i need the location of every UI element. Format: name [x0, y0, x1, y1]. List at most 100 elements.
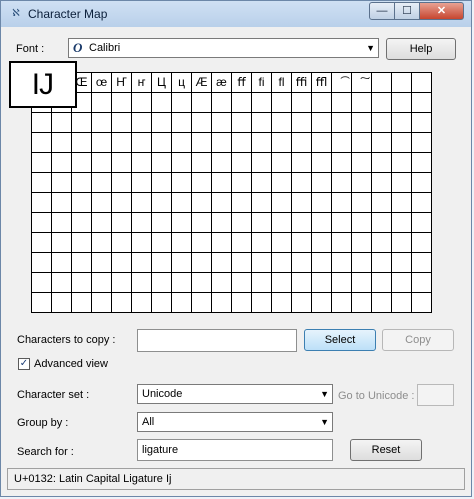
character-cell[interactable]: [372, 193, 392, 213]
character-cell[interactable]: [172, 113, 192, 133]
character-cell[interactable]: [392, 233, 412, 253]
character-cell[interactable]: [352, 93, 372, 113]
character-cell[interactable]: [112, 93, 132, 113]
character-cell[interactable]: [272, 233, 292, 253]
character-cell[interactable]: [252, 113, 272, 133]
character-cell[interactable]: [212, 213, 232, 233]
character-cell[interactable]: [272, 273, 292, 293]
character-cell[interactable]: ﬃ: [292, 73, 312, 93]
character-cell[interactable]: [352, 173, 372, 193]
character-cell[interactable]: ﬄ: [312, 73, 332, 93]
character-cell[interactable]: [412, 233, 432, 253]
character-cell[interactable]: [152, 133, 172, 153]
character-cell[interactable]: [232, 93, 252, 113]
character-cell[interactable]: [312, 293, 332, 313]
title-bar[interactable]: ℵ Character Map — ☐ ✕: [1, 1, 471, 27]
character-cell[interactable]: [292, 273, 312, 293]
character-cell[interactable]: [132, 233, 152, 253]
character-cell[interactable]: [292, 233, 312, 253]
character-cell[interactable]: [272, 173, 292, 193]
character-cell[interactable]: [232, 233, 252, 253]
character-cell[interactable]: [352, 233, 372, 253]
character-cell[interactable]: [252, 293, 272, 313]
character-cell[interactable]: [292, 253, 312, 273]
character-cell[interactable]: [172, 193, 192, 213]
character-cell[interactable]: [252, 253, 272, 273]
character-cell[interactable]: [412, 193, 432, 213]
character-cell[interactable]: [212, 113, 232, 133]
character-cell[interactable]: [172, 293, 192, 313]
character-cell[interactable]: [172, 253, 192, 273]
character-cell[interactable]: [412, 273, 432, 293]
character-cell[interactable]: [272, 293, 292, 313]
character-cell[interactable]: [52, 133, 72, 153]
character-cell[interactable]: [232, 173, 252, 193]
character-cell[interactable]: [132, 93, 152, 113]
character-cell[interactable]: [152, 153, 172, 173]
character-cell[interactable]: [372, 293, 392, 313]
character-cell[interactable]: [332, 233, 352, 253]
character-cell[interactable]: [372, 213, 392, 233]
character-cell[interactable]: [32, 253, 52, 273]
character-cell[interactable]: [252, 153, 272, 173]
character-cell[interactable]: [72, 253, 92, 273]
character-cell[interactable]: [392, 213, 412, 233]
character-cell[interactable]: [312, 113, 332, 133]
character-cell[interactable]: [392, 113, 412, 133]
character-cell[interactable]: [72, 173, 92, 193]
character-cell[interactable]: [112, 133, 132, 153]
character-cell[interactable]: ﬂ: [272, 73, 292, 93]
character-cell[interactable]: [292, 193, 312, 213]
character-cell[interactable]: [292, 293, 312, 313]
character-cell[interactable]: œ: [92, 73, 112, 93]
character-cell[interactable]: Ц: [152, 73, 172, 93]
character-cell[interactable]: [272, 253, 292, 273]
character-cell[interactable]: [152, 253, 172, 273]
character-cell[interactable]: [332, 293, 352, 313]
character-cell[interactable]: [72, 193, 92, 213]
character-cell[interactable]: [192, 213, 212, 233]
character-cell[interactable]: [272, 93, 292, 113]
character-cell[interactable]: [192, 233, 212, 253]
character-cell[interactable]: [232, 293, 252, 313]
character-cell[interactable]: [32, 153, 52, 173]
character-cell[interactable]: Æ: [192, 73, 212, 93]
character-cell[interactable]: [212, 133, 232, 153]
character-cell[interactable]: [112, 213, 132, 233]
character-cell[interactable]: [212, 293, 232, 313]
character-cell[interactable]: [112, 173, 132, 193]
character-cell[interactable]: [132, 273, 152, 293]
character-cell[interactable]: [392, 73, 412, 93]
copy-button[interactable]: Copy: [382, 329, 454, 351]
character-cell[interactable]: [32, 173, 52, 193]
character-cell[interactable]: [412, 253, 432, 273]
character-cell[interactable]: [252, 193, 272, 213]
character-cell[interactable]: [132, 253, 152, 273]
character-cell[interactable]: [112, 113, 132, 133]
character-cell[interactable]: [212, 153, 232, 173]
character-cell[interactable]: [332, 213, 352, 233]
character-grid[interactable]: ĲĳŒœҤҥЦцÆæﬀﬁﬂﬃﬄ͡͠: [31, 72, 432, 313]
character-cell[interactable]: [352, 113, 372, 133]
character-cell[interactable]: [332, 93, 352, 113]
character-cell[interactable]: [152, 293, 172, 313]
character-cell[interactable]: [92, 173, 112, 193]
character-cell[interactable]: [52, 293, 72, 313]
character-cell[interactable]: [132, 293, 152, 313]
font-select[interactable]: O Calibri ▼: [68, 38, 379, 58]
character-cell[interactable]: [72, 273, 92, 293]
character-cell[interactable]: [72, 293, 92, 313]
character-cell[interactable]: [192, 273, 212, 293]
character-cell[interactable]: [212, 273, 232, 293]
character-cell[interactable]: [52, 273, 72, 293]
character-cell[interactable]: [192, 153, 212, 173]
character-cell[interactable]: [412, 93, 432, 113]
character-cell[interactable]: [392, 253, 412, 273]
character-cell[interactable]: ц: [172, 73, 192, 93]
character-cell[interactable]: [212, 93, 232, 113]
character-cell[interactable]: [232, 113, 252, 133]
maximize-button[interactable]: ☐: [394, 2, 420, 20]
character-cell[interactable]: [392, 293, 412, 313]
character-cell[interactable]: [92, 233, 112, 253]
character-cell[interactable]: [232, 253, 252, 273]
